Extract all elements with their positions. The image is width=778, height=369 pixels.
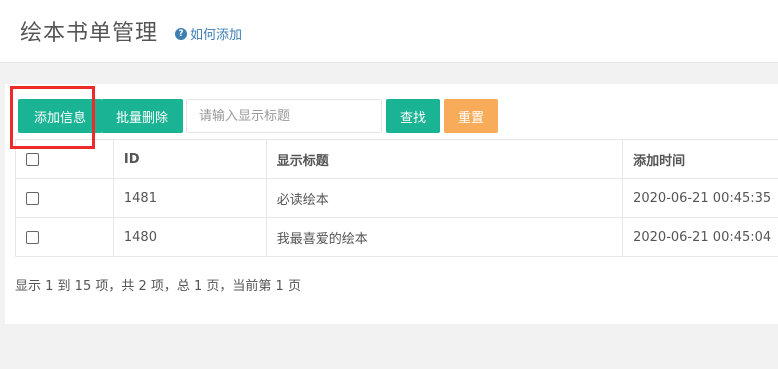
search-input[interactable]	[186, 99, 382, 133]
page-header: 绘本书单管理 ? 如何添加	[0, 0, 778, 63]
select-all-cell	[15, 139, 114, 179]
page-title: 绘本书单管理	[20, 21, 159, 46]
pagination-info: 显示 1 到 15 项，共 2 项，总 1 页，当前第 1 页	[15, 279, 301, 294]
select-all-checkbox[interactable]	[26, 152, 39, 166]
row-checkbox[interactable]	[26, 191, 39, 205]
reset-button[interactable]: 重置	[444, 99, 498, 133]
row-title: 必读绘本	[265, 178, 624, 218]
row-added-time: 2020-06-21 00:45:04	[622, 217, 778, 257]
column-header-time[interactable]: 添加时间	[622, 139, 778, 179]
help-link-label: 如何添加	[190, 28, 243, 43]
table-header-row: ID 显示标题 添加时间	[15, 139, 778, 179]
row-added-time: 2020-06-21 00:45:35	[622, 178, 778, 218]
content-panel: 添加信息 批量删除 查找 重置 ID 显示标题 添加时间 1481 必读绘本 2…	[5, 84, 778, 324]
row-checkbox-cell	[15, 217, 114, 257]
column-header-title[interactable]: 显示标题	[265, 139, 624, 179]
row-checkbox-cell	[15, 178, 114, 218]
search-button[interactable]: 查找	[386, 99, 440, 133]
row-id: 1480	[112, 217, 267, 257]
add-info-button[interactable]: 添加信息	[18, 99, 102, 133]
table-row[interactable]: 1481 必读绘本 2020-06-21 00:45:35	[15, 178, 778, 218]
table-row[interactable]: 1480 我最喜爱的绘本 2020-06-21 00:45:04	[15, 217, 778, 257]
column-header-id[interactable]: ID	[112, 139, 267, 179]
row-checkbox[interactable]	[26, 230, 39, 244]
data-table: ID 显示标题 添加时间 1481 必读绘本 2020-06-21 00:45:…	[15, 139, 778, 257]
batch-delete-button[interactable]: 批量删除	[101, 99, 183, 133]
row-title: 我最喜爱的绘本	[265, 217, 624, 257]
help-link[interactable]: ? 如何添加	[175, 24, 242, 43]
question-circle-icon: ?	[175, 27, 187, 40]
row-id: 1481	[112, 178, 267, 218]
